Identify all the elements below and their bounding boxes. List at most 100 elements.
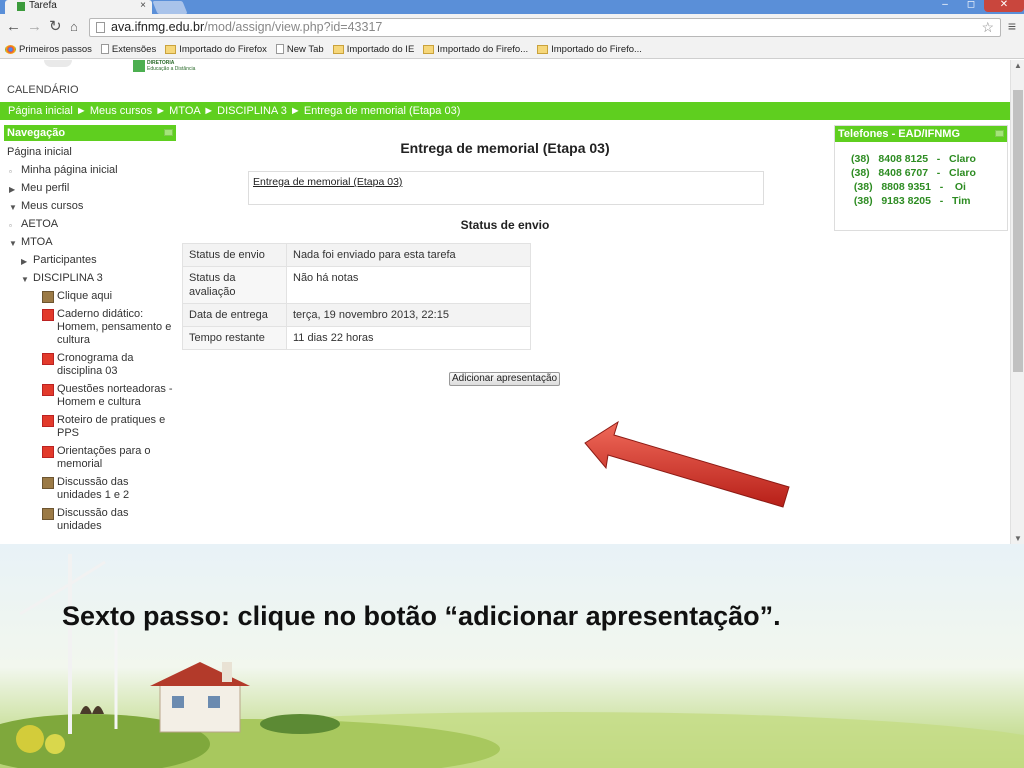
nav-item[interactable]: ▫ Minha página inicial: [4, 162, 176, 180]
bookmark-item[interactable]: Importado do Firefox: [165, 44, 267, 55]
pdf-icon: [42, 415, 54, 427]
site-header: DIRETORIA Educação a Distância: [0, 60, 1010, 82]
nav-item[interactable]: ▫ AETOA: [4, 216, 176, 234]
nav-item[interactable]: Questões norteadoras - Homem e cultura: [4, 381, 176, 412]
folder-icon: [537, 44, 549, 54]
home-icon[interactable]: ⌂: [70, 19, 78, 34]
chrome-icon: [5, 44, 16, 54]
minimize-icon[interactable]: –: [932, 0, 958, 12]
assignment-intro: Entrega de memorial (Etapa 03): [248, 171, 764, 205]
nav-item[interactable]: ▶ Participantes: [4, 252, 176, 270]
nav-item-label: MTOA: [21, 236, 53, 248]
countryside-illustration: [0, 554, 1024, 768]
status-key: Data de entrega: [182, 303, 287, 327]
nav-item-label: Caderno didático: Homem, pensamento e cu…: [57, 308, 172, 346]
scrollbar-thumb[interactable]: [1013, 90, 1023, 372]
phone-line: (38) 8408 8125 - Claro: [851, 153, 976, 165]
bookmark-label: Importado do Firefo...: [437, 43, 529, 55]
bullet-icon: ▫: [9, 221, 12, 230]
bookmark-label: Extensões: [111, 43, 157, 55]
status-row: Tempo restante 11 dias 22 horas: [182, 326, 531, 350]
phones-title: Telefones - EAD/IFNMG: [838, 128, 961, 140]
phones-block-header: Telefones - EAD/IFNMG: [835, 126, 1007, 142]
bookmark-item[interactable]: Importado do Firefo...: [423, 44, 528, 55]
nav-item-label: Minha página inicial: [21, 164, 118, 176]
address-bar[interactable]: ava.ifnmg.edu.br/mod/assign/view.php?id=…: [89, 18, 1001, 37]
nav-item-label: Discussão das unidades: [57, 507, 129, 532]
nav-item[interactable]: ▼ DISCIPLINA 3: [4, 270, 176, 288]
bookmark-item[interactable]: Importado do Firefo...: [537, 44, 642, 55]
nav-item-label: Cronograma da disciplina 03: [57, 352, 134, 377]
nav-item[interactable]: Discussão das unidades 1 e 2: [4, 474, 176, 505]
bookmark-item[interactable]: New Tab: [275, 43, 324, 55]
nav-item-label: Clique aqui: [57, 290, 113, 302]
forward-icon[interactable]: →: [27, 19, 42, 34]
assignment-intro-link[interactable]: Entrega de memorial (Etapa 03): [253, 176, 402, 188]
nav-item[interactable]: Página inicial: [4, 144, 176, 162]
site-logo[interactable]: DIRETORIA Educação a Distância: [133, 60, 195, 72]
new-tab-button[interactable]: [152, 1, 188, 14]
page-icon: [100, 44, 109, 54]
status-value: Nada foi enviado para esta tarefa: [286, 243, 531, 267]
breadcrumb[interactable]: Página inicial ► Meus cursos ► MTOA ► DI…: [0, 102, 1010, 120]
browser-tab[interactable]: Tarefa ×: [5, 0, 152, 14]
browser-menu-icon[interactable]: ≡: [1008, 18, 1016, 34]
status-key: Status de envio: [182, 243, 287, 267]
reload-icon[interactable]: ↻: [49, 19, 62, 34]
page-scrollbar[interactable]: ▲ ▼: [1010, 60, 1024, 544]
bookmark-item[interactable]: Primeiros passos: [5, 44, 92, 55]
back-icon[interactable]: ←: [6, 19, 21, 34]
nav-item[interactable]: ▶ Meu perfil: [4, 180, 176, 198]
navigation-tree: Página inicial ▫ Minha página inicial ▶ Meu …: [4, 141, 176, 536]
phone-line: (38) 8408 6707 - Claro: [851, 167, 976, 179]
bookmark-item[interactable]: Extensões: [100, 43, 157, 55]
block-collapse-icon[interactable]: [995, 130, 1004, 137]
bookmark-item[interactable]: Importado do IE: [332, 43, 415, 55]
expand-icon: ▶: [9, 185, 16, 194]
expand-icon: ▶: [21, 257, 28, 266]
nav-item[interactable]: ▼ MTOA: [4, 234, 176, 252]
status-value: 11 dias 22 horas: [286, 326, 531, 350]
status-row: Data de entrega terça, 19 novembro 2013, …: [182, 303, 531, 327]
status-value: Não há notas: [286, 266, 531, 304]
page-icon: [275, 44, 284, 54]
scroll-down-icon[interactable]: ▼: [1014, 534, 1022, 543]
navigation-title: Navegação: [7, 127, 66, 139]
forum-icon: [42, 291, 54, 303]
navigation-block-header: Navegação: [4, 125, 176, 141]
nav-item[interactable]: Caderno didático: Homem, pensamento e cu…: [4, 306, 176, 350]
maximize-icon[interactable]: ◻: [958, 0, 984, 12]
add-submission-button[interactable]: Adicionar apresentação: [449, 372, 561, 386]
bookmark-label: Importado do Firefo...: [551, 43, 642, 55]
bookmark-star-icon[interactable]: ☆: [981, 19, 994, 36]
bookmark-label: Importado do IE: [346, 43, 415, 55]
url-path: /mod/assign/view.php?id=43317: [204, 20, 383, 34]
pdf-icon: [42, 446, 54, 458]
logo-mark-icon: [133, 60, 145, 72]
tab-close-icon[interactable]: ×: [140, 0, 146, 12]
url-host: ava.ifnmg.edu.br: [111, 20, 205, 34]
status-row: Status da avaliação Não há notas: [182, 266, 531, 304]
nav-item[interactable]: Orientações para o memorial: [4, 443, 176, 474]
page-icon: [96, 22, 105, 33]
nav-item[interactable]: Roteiro de pratiques e PPS: [4, 412, 176, 443]
nav-item[interactable]: Discussão das unidades: [4, 505, 176, 536]
phone-line: (38) 9183 8205 - Tim: [851, 195, 971, 207]
forum-icon: [42, 508, 54, 520]
scroll-up-icon[interactable]: ▲: [1014, 61, 1022, 70]
nav-item[interactable]: Clique aqui: [4, 288, 176, 306]
assignment-title: Entrega de memorial (Etapa 03): [400, 140, 610, 156]
logo-line2: Educação a Distância: [147, 66, 196, 72]
collapse-icon: ▼: [21, 275, 29, 284]
submission-status-table: Status de envio Nada foi enviado para est…: [182, 243, 531, 350]
nav-item[interactable]: ▼ Meus cursos: [4, 198, 176, 216]
block-collapse-icon[interactable]: [164, 129, 173, 136]
nav-item-label: Meus cursos: [21, 200, 84, 212]
nav-item[interactable]: Cronograma da disciplina 03: [4, 350, 176, 381]
nav-item-label: Meu perfil: [21, 182, 70, 194]
window-close-icon[interactable]: ✕: [984, 0, 1024, 12]
calendar-link[interactable]: CALENDÁRIO: [7, 84, 79, 96]
nav-item-label: AETOA: [21, 218, 59, 230]
pdf-icon: [42, 384, 54, 396]
bookmark-label: New Tab: [286, 43, 324, 55]
